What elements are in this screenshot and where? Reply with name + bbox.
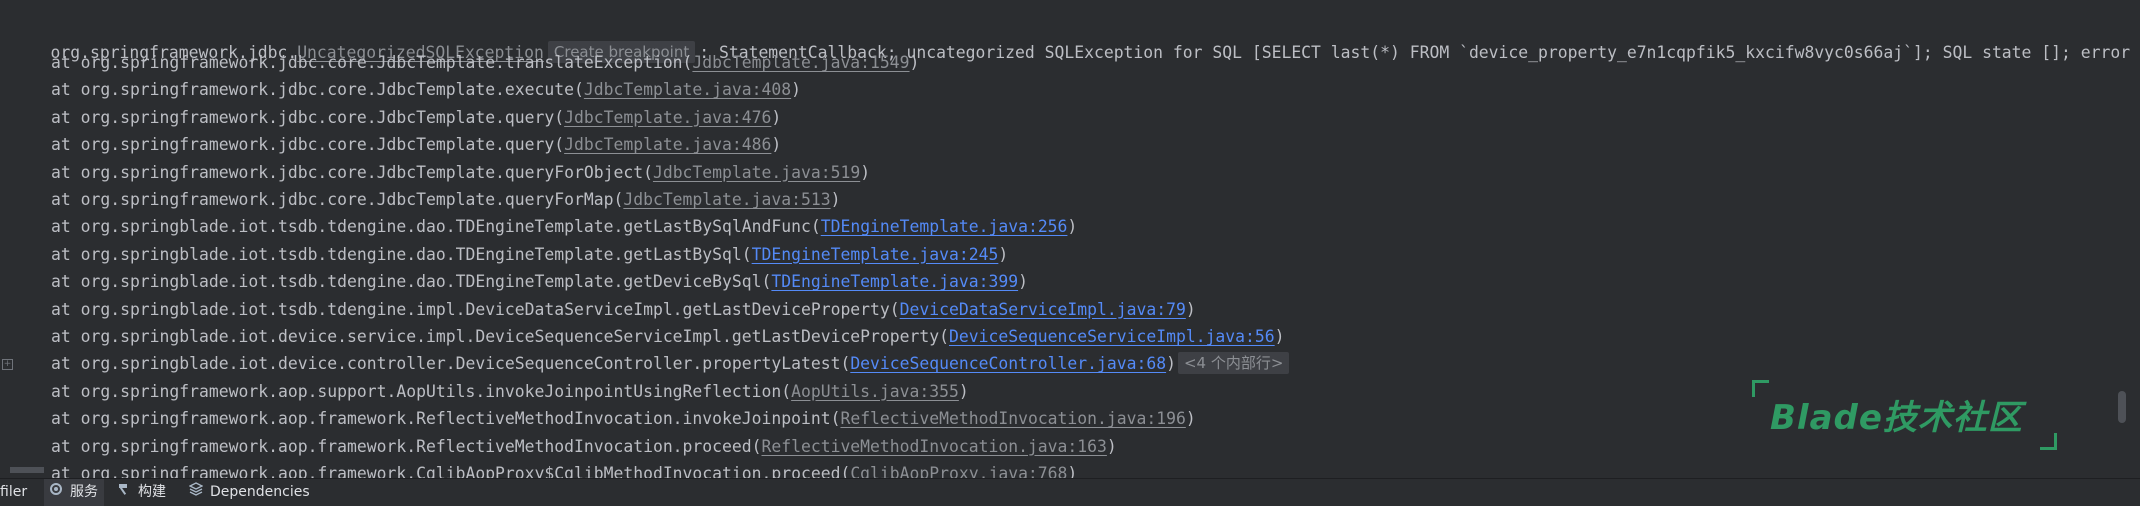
frame-source-link[interactable]: TDEngineTemplate.java:245 <box>752 245 999 264</box>
frame-method: at org.springframework.aop.framework.Cgl… <box>51 464 851 478</box>
stack-frame-line: at org.springblade.iot.device.service.im… <box>11 323 1285 350</box>
stack-frame-line: at org.springframework.aop.framework.Ref… <box>11 433 1117 460</box>
folded-internal-lines-chip[interactable]: <4 个内部行> <box>1177 352 1290 375</box>
frame-method: at org.springframework.jdbc.core.JdbcTem… <box>51 190 624 209</box>
stack-frame-line: at org.springframework.jdbc.core.JdbcTem… <box>11 76 801 103</box>
frame-source-link[interactable]: JdbcTemplate.java:486 <box>564 135 771 154</box>
frame-source-link[interactable]: TDEngineTemplate.java:256 <box>821 217 1068 236</box>
stack-frame-line: at org.springframework.jdbc.core.JdbcTem… <box>11 131 781 158</box>
tab-build[interactable]: 构建 <box>116 479 166 506</box>
frame-suffix: ) <box>1018 272 1028 292</box>
frame-method: at org.springframework.aop.support.AopUt… <box>51 381 792 401</box>
frame-source-link[interactable]: JdbcTemplate.java:519 <box>653 163 860 182</box>
frame-suffix: ) <box>771 107 782 127</box>
stack-frame-line: at org.springblade.iot.tsdb.tdengine.dao… <box>11 241 1008 268</box>
frame-method: at org.springframework.aop.framework.Ref… <box>51 436 762 456</box>
tab-dependencies[interactable]: Dependencies <box>188 479 310 506</box>
stack-frame-line: at org.springframework.jdbc.core.JdbcTem… <box>11 49 919 76</box>
frame-source-link[interactable]: DeviceSequenceController.java:68 <box>850 354 1166 373</box>
frame-source-link[interactable]: DeviceDataServiceImpl.java:79 <box>900 300 1186 319</box>
frame-source-link[interactable]: DeviceSequenceServiceImpl.java:56 <box>949 327 1275 346</box>
exception-header-line: org.springframework.jdbc.UncategorizedSQ… <box>11 12 2140 63</box>
frame-source-link[interactable]: JdbcTemplate.java:408 <box>584 80 791 99</box>
frame-method: at org.springblade.iot.device.service.im… <box>51 327 949 346</box>
frame-suffix: ) <box>909 53 920 72</box>
services-icon <box>48 479 64 506</box>
watermark-text: Blade技术社区 <box>1770 398 2023 438</box>
frame-source-link[interactable]: JdbcTemplate.java:476 <box>564 108 771 127</box>
watermark-bracket-open <box>1752 380 1769 397</box>
stack-frame-line: at org.springframework.aop.framework.Ref… <box>11 405 1196 432</box>
tab-services-label: 服务 <box>70 484 98 500</box>
frame-source-link[interactable]: ReflectiveMethodInvocation.java:196 <box>840 409 1185 428</box>
frame-source-link[interactable]: JdbcTemplate.java:1549 <box>692 53 909 72</box>
frame-suffix: ) <box>1185 409 1196 429</box>
frame-method: at org.springblade.iot.device.controller… <box>51 354 851 374</box>
hammer-icon <box>116 479 132 506</box>
frame-suffix: ) <box>830 190 841 209</box>
frame-source-link[interactable]: AopUtils.java:355 <box>791 382 959 401</box>
frame-suffix: ) <box>791 80 801 100</box>
tab-build-label: 构建 <box>138 484 166 500</box>
frame-suffix: ) <box>1185 299 1196 319</box>
watermark-bracket-close <box>2040 433 2057 450</box>
frame-suffix: ) <box>1274 327 1285 346</box>
frame-method: at org.springframework.aop.framework.Ref… <box>51 409 841 429</box>
frame-suffix: ) <box>958 381 969 401</box>
frame-suffix: ) <box>771 135 782 155</box>
stack-frame-line: at org.springframework.aop.framework.Cgl… <box>11 460 1077 478</box>
stack-frame-line: at org.springframework.jdbc.core.JdbcTem… <box>11 186 840 213</box>
vertical-scrollbar-thumb[interactable] <box>2118 391 2126 423</box>
frame-method: at org.springframework.jdbc.core.JdbcTem… <box>51 107 565 127</box>
frame-suffix: ) <box>998 244 1009 264</box>
expand-fold-icon[interactable]: + <box>2 359 13 370</box>
watermark: Blade技术社区 <box>1752 380 2057 450</box>
stack-frame-line: at org.springframework.jdbc.core.JdbcTem… <box>11 104 781 131</box>
frame-method: at org.springblade.iot.tsdb.tdengine.dao… <box>51 272 772 292</box>
tab-profiler[interactable]: filer <box>0 479 27 506</box>
frame-suffix: ) <box>1067 464 1078 478</box>
frame-method: at org.springblade.iot.tsdb.tdengine.dao… <box>51 217 821 237</box>
frame-suffix: ) <box>860 162 871 182</box>
tab-profiler-label: filer <box>0 484 28 500</box>
frame-source-link[interactable]: ReflectiveMethodInvocation.java:163 <box>762 437 1107 456</box>
frame-method: at org.springblade.iot.tsdb.tdengine.imp… <box>51 299 900 319</box>
frame-method: at org.springblade.iot.tsdb.tdengine.dao… <box>51 244 752 264</box>
frame-method: at org.springframework.jdbc.core.JdbcTem… <box>51 53 693 72</box>
frame-method: at org.springframework.jdbc.core.JdbcTem… <box>51 80 584 100</box>
stack-frame-line: at org.springframework.jdbc.core.JdbcTem… <box>11 159 870 186</box>
tool-window-bar: filer 服务 构建 Dependencies <box>0 478 2140 506</box>
frame-source-link[interactable]: TDEngineTemplate.java:399 <box>771 272 1018 291</box>
frame-source-link[interactable]: CglibAopProxy.java:768 <box>850 464 1067 478</box>
gutter-marker <box>10 467 44 473</box>
tab-dependencies-label: Dependencies <box>210 484 310 500</box>
frame-suffix: ) <box>1067 217 1078 237</box>
stack-frame-line: at org.springblade.iot.tsdb.tdengine.dao… <box>11 268 1028 295</box>
frame-method: at org.springframework.jdbc.core.JdbcTem… <box>51 162 653 182</box>
frame-source-link[interactable]: JdbcTemplate.java:513 <box>623 190 830 209</box>
stack-frame-line: at org.springblade.iot.device.controller… <box>11 350 1293 377</box>
frame-method: at org.springframework.jdbc.core.JdbcTem… <box>51 135 565 155</box>
stack-frame-line: at org.springblade.iot.tsdb.tdengine.dao… <box>11 213 1077 240</box>
frame-suffix: ) <box>1166 354 1176 374</box>
stack-frame-line: at org.springframework.aop.support.AopUt… <box>11 378 969 405</box>
frame-suffix: ) <box>1106 436 1117 456</box>
console-output: org.springframework.jdbc.UncategorizedSQ… <box>0 0 2140 478</box>
layers-icon <box>188 479 204 506</box>
tab-services[interactable]: 服务 <box>44 479 104 506</box>
stack-frame-line: at org.springblade.iot.tsdb.tdengine.imp… <box>11 296 1196 323</box>
